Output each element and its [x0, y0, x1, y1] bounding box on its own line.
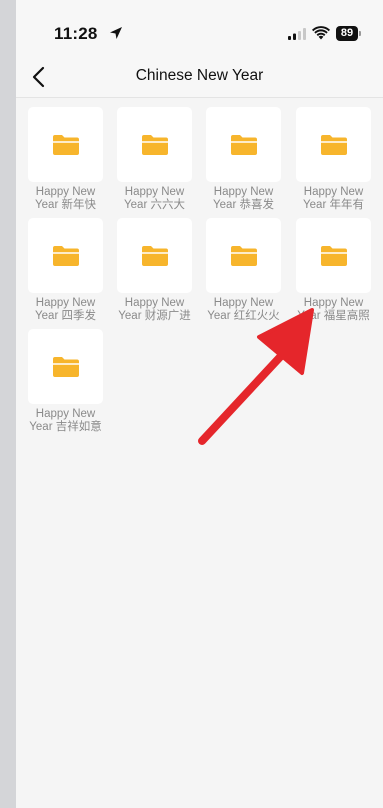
folder-tile-box [206, 218, 281, 293]
folder-tile[interactable]: Happy New Year 新年快 [28, 107, 103, 219]
page-title: Chinese New Year [135, 67, 264, 84]
folder-tile[interactable]: Happy New Year 红红火火 [206, 218, 281, 330]
folder-icon [142, 246, 168, 266]
folder-label: Happy New Year 恭喜发 [213, 186, 274, 211]
folder-icon [53, 357, 79, 377]
location-arrow-icon [110, 27, 122, 39]
folder-tile-box [28, 218, 103, 293]
folder-icon [53, 246, 79, 266]
cellular-signal-icon [288, 28, 306, 40]
folder-tile-box [117, 218, 192, 293]
folder-tile-box [206, 107, 281, 182]
folder-tile-box [28, 329, 103, 404]
folder-tile[interactable]: Happy New Year 福星高照 [296, 218, 371, 330]
folder-tile-box [28, 107, 103, 182]
folder-tile-box [296, 107, 371, 182]
folder-label: Happy New Year 吉祥如意 [29, 408, 102, 433]
folder-icon [53, 135, 79, 155]
navigation-bar: Chinese New Year [16, 60, 383, 98]
battery-cap [359, 31, 361, 36]
folder-tile[interactable]: Happy New Year 财源广进 [117, 218, 192, 330]
folder-label: Happy New Year 六六大 [124, 186, 185, 211]
folder-label: Happy New Year 红红火火 [207, 297, 280, 322]
status-bar: 11:28 89 [16, 0, 383, 60]
wifi-icon [312, 26, 330, 40]
folder-label: Happy New Year 年年有 [303, 186, 364, 211]
folder-label: Happy New Year 四季发 [35, 297, 96, 322]
folder-tile[interactable]: Happy New Year 四季发 [28, 218, 103, 330]
folder-tile[interactable]: Happy New Year 年年有 [296, 107, 371, 219]
folder-icon [231, 246, 257, 266]
folder-label: Happy New Year 新年快 [35, 186, 96, 211]
folder-icon [231, 135, 257, 155]
folder-icon [321, 135, 347, 155]
phone-screen: 11:28 89 Chinese New Year Happy New Year… [16, 0, 383, 808]
folder-tile-box [117, 107, 192, 182]
folder-label: Happy New Year 福星高照 [297, 297, 370, 322]
folder-tile[interactable]: Happy New Year 吉祥如意 [28, 329, 103, 441]
battery-level: 89 [336, 26, 358, 41]
folder-tile-box [296, 218, 371, 293]
folder-tile[interactable]: Happy New Year 恭喜发 [206, 107, 281, 219]
folder-tile[interactable]: Happy New Year 六六大 [117, 107, 192, 219]
folder-label: Happy New Year 财源广进 [118, 297, 191, 322]
folder-icon [142, 135, 168, 155]
status-time: 11:28 [54, 24, 98, 43]
battery-indicator: 89 [336, 26, 362, 41]
folder-icon [321, 246, 347, 266]
